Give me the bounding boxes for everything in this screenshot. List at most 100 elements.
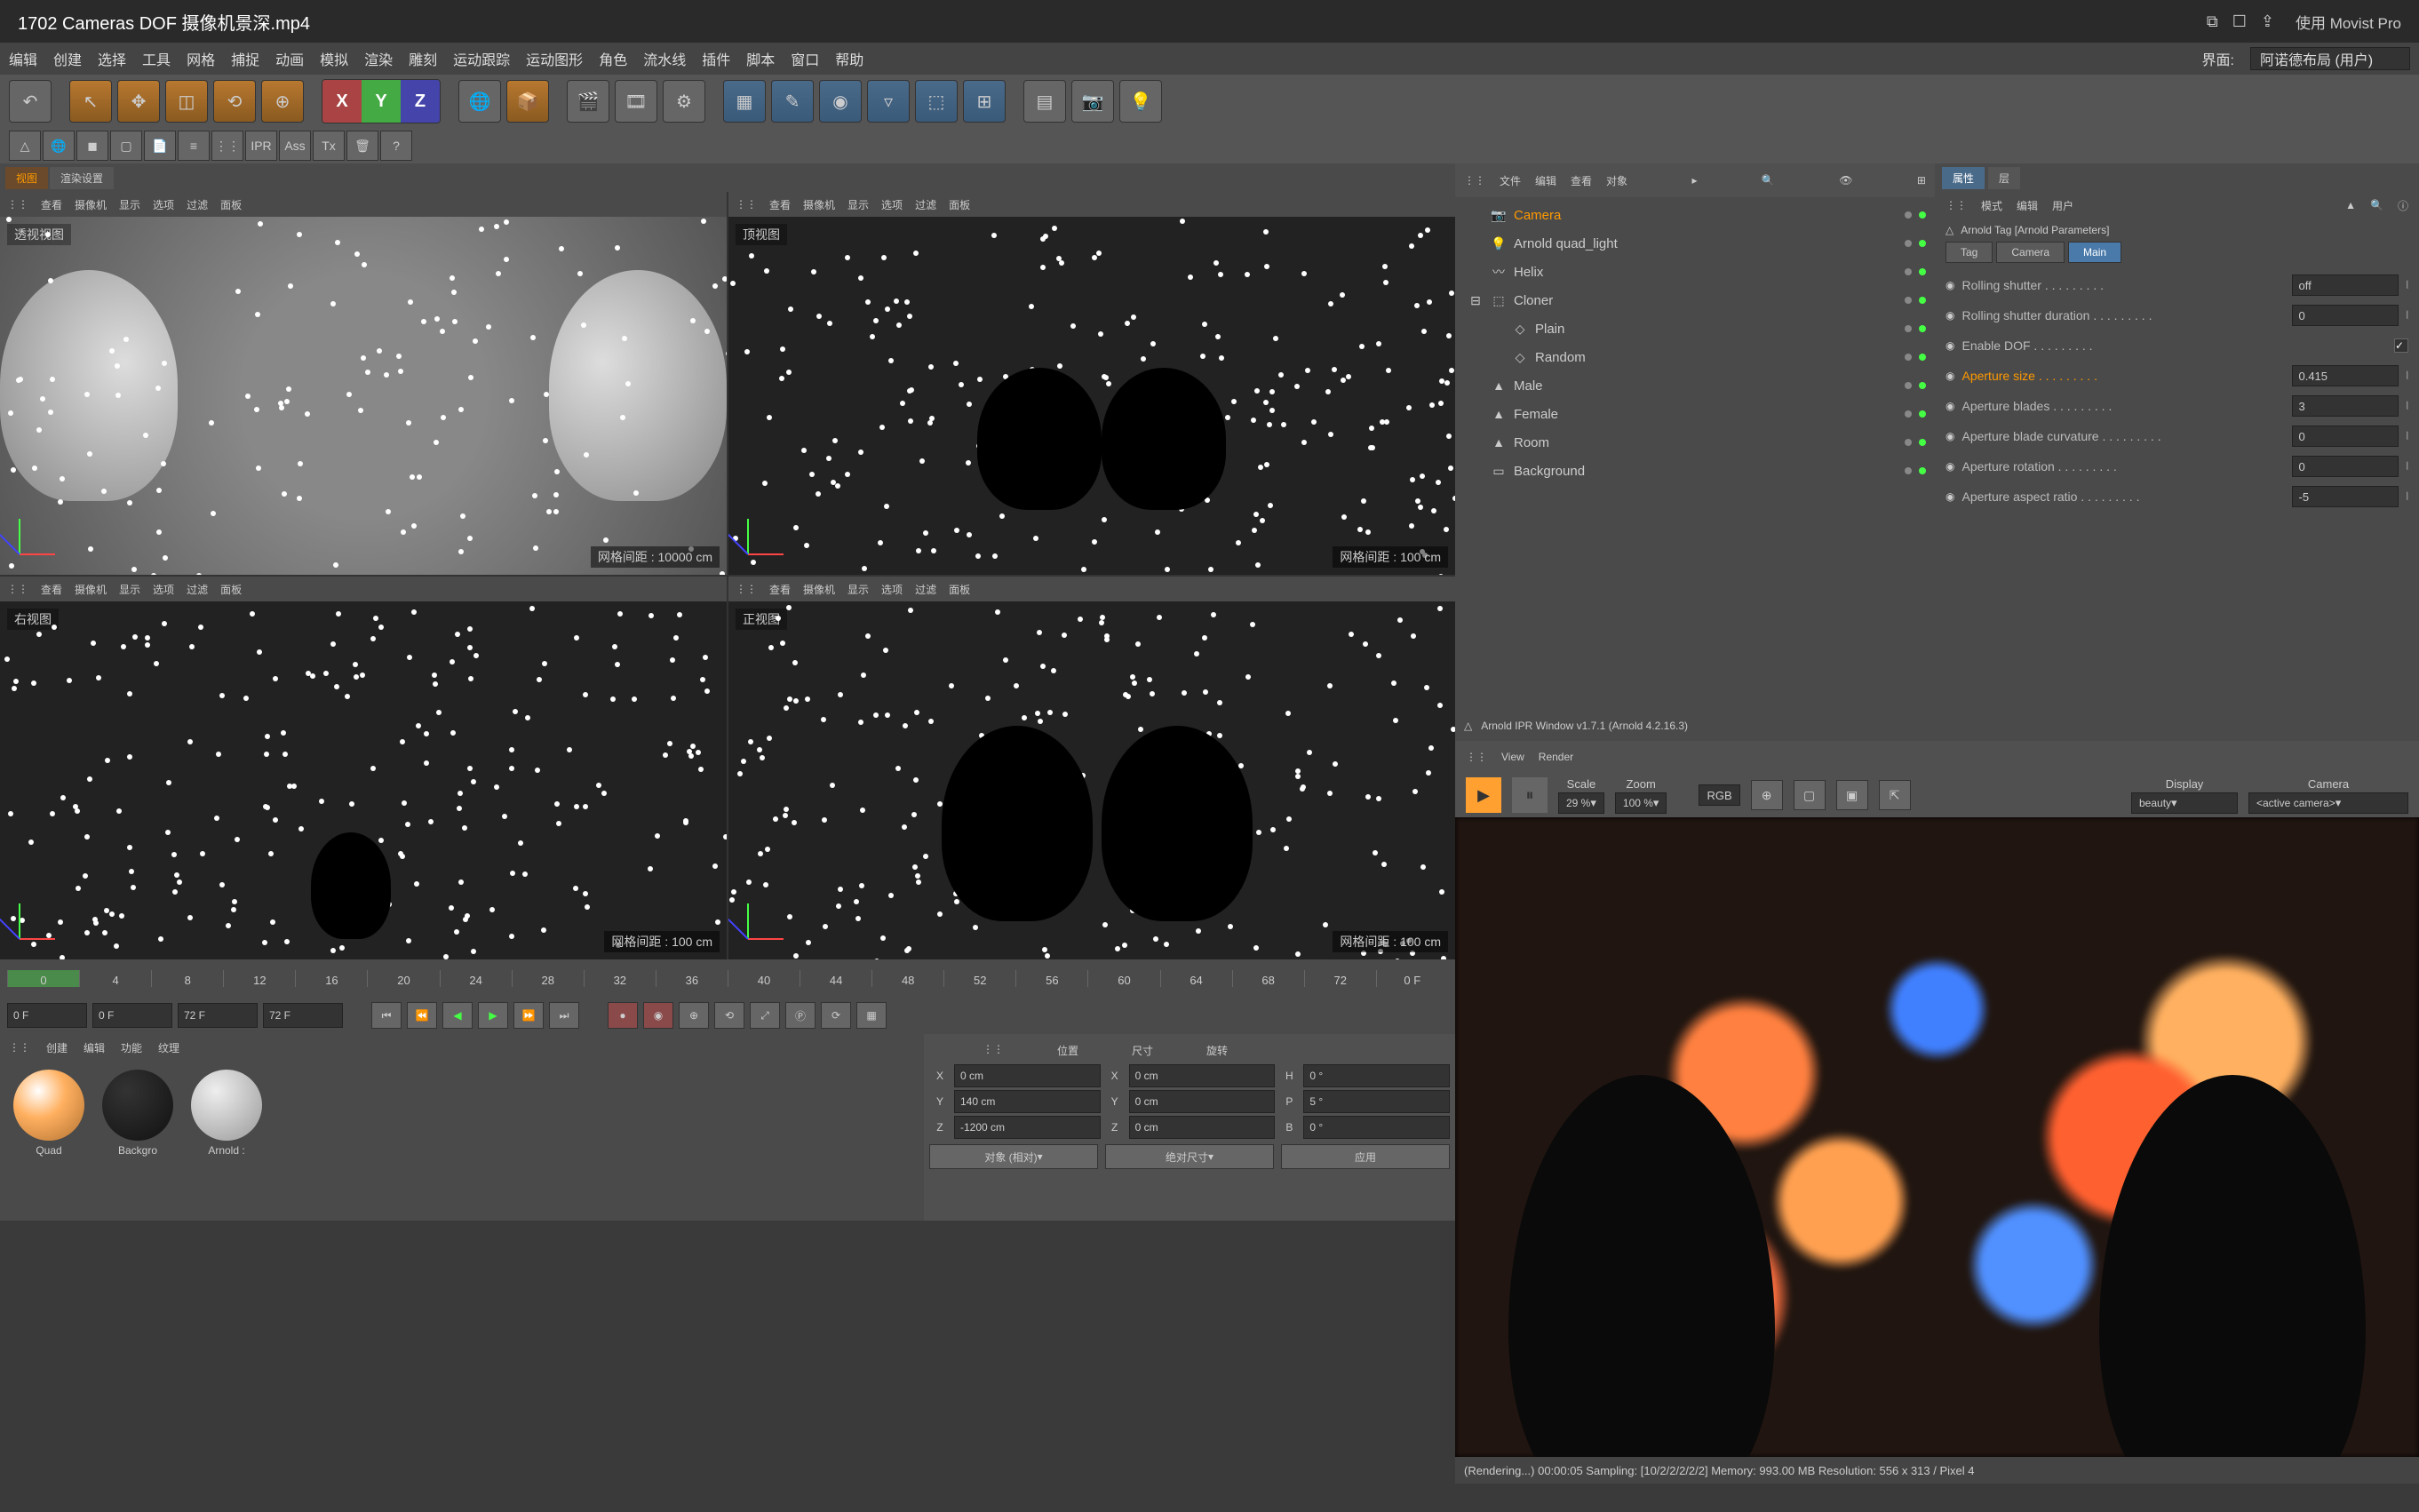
vp-menu-item[interactable]: 面板 (220, 197, 242, 212)
material-item[interactable]: Arnold : (187, 1070, 267, 1212)
vp-menu-item[interactable]: 选项 (881, 582, 903, 597)
coord-size-input[interactable]: 0 cm (1129, 1064, 1276, 1087)
material-item[interactable]: Quad (9, 1070, 89, 1212)
menu-item[interactable]: 运动图形 (526, 48, 583, 69)
menu-item[interactable]: 运动跟踪 (453, 48, 510, 69)
vp-menu-item[interactable]: 选项 (153, 197, 174, 212)
vp-menu-item[interactable]: 面板 (949, 582, 970, 597)
prop-input[interactable]: 0 (2292, 305, 2399, 326)
object-row[interactable]: ▭Background (1459, 457, 1931, 485)
coord-pos-input[interactable]: 140 cm (954, 1090, 1101, 1113)
prop-menu-mode[interactable]: 模式 (1981, 198, 2002, 213)
obj-menu-item[interactable]: 文件 (1500, 173, 1521, 188)
obj-menu-item[interactable]: 查看 (1571, 173, 1592, 188)
play-back-button[interactable]: ◀ (442, 1002, 473, 1029)
layers-icon[interactable]: ≡ (178, 131, 210, 161)
ipr-zoom-select[interactable]: 100 % ▾ (1615, 792, 1667, 814)
scale-tool[interactable]: ◫ (165, 80, 208, 123)
object-row[interactable]: ▲Male (1459, 371, 1931, 400)
subtab-camera[interactable]: Camera (1996, 242, 2065, 263)
menu-item[interactable]: 插件 (702, 48, 730, 69)
mat-menu-item[interactable]: 编辑 (84, 1040, 105, 1055)
mat-menu-item[interactable]: 纹理 (158, 1040, 179, 1055)
prop-checkbox[interactable] (2394, 338, 2408, 353)
prop-input[interactable]: -5 (2292, 486, 2399, 507)
prop-input[interactable]: 0 (2292, 426, 2399, 447)
object-row[interactable]: ▲Female (1459, 400, 1931, 428)
ipr-rgb-button[interactable]: RGB (1699, 784, 1739, 806)
mat-menu-item[interactable]: 创建 (46, 1040, 68, 1055)
rotate-tool[interactable]: ⟲ (213, 80, 256, 123)
arnold-icon[interactable]: △ (9, 131, 41, 161)
stepper-icon[interactable]: ⦚ (2406, 309, 2408, 322)
vp-menu-item[interactable]: 显示 (119, 197, 140, 212)
menu-item[interactable]: 脚本 (746, 48, 775, 69)
render-queue-icon[interactable]: ⚙ (663, 80, 705, 123)
subtab-tag[interactable]: Tag (1946, 242, 1993, 263)
autokey-button[interactable]: ◉ (643, 1002, 673, 1029)
coord-pos-input[interactable]: -1200 cm (954, 1116, 1101, 1139)
frame-current-input[interactable]: 0 F (92, 1003, 172, 1028)
page-icon[interactable]: 📄 (144, 131, 176, 161)
prop-input[interactable]: 0.415 (2292, 365, 2399, 386)
render-settings-icon[interactable]: 🎞 (615, 80, 657, 123)
stepper-icon[interactable]: ⦚ (2406, 490, 2408, 504)
ipr-button[interactable]: IPR (245, 131, 277, 161)
search-icon[interactable]: 🔍 (2370, 199, 2383, 211)
stepper-icon[interactable]: ⦚ (2406, 279, 2408, 292)
ipr-region-icon[interactable]: ▢ (1794, 780, 1826, 810)
vp-menu-item[interactable]: 查看 (769, 582, 791, 597)
lasttool-button[interactable]: ⊕ (261, 80, 304, 123)
vp-menu-item[interactable]: 显示 (847, 197, 869, 212)
ipr-menu-render[interactable]: Render (1539, 751, 1573, 763)
frame-end2-input[interactable]: 72 F (263, 1003, 343, 1028)
object-row[interactable]: ◇Random (1459, 343, 1931, 371)
vp-menu-item[interactable]: 过滤 (915, 582, 936, 597)
menu-item[interactable]: 帮助 (835, 48, 863, 69)
material-item[interactable]: Backgro (98, 1070, 178, 1212)
clapboard-icon[interactable]: 🎬 (567, 80, 609, 123)
vp-menu-item[interactable]: 查看 (41, 582, 62, 597)
info-icon[interactable]: ⓘ (2398, 198, 2408, 213)
coord-rot-input[interactable]: 0 ° (1303, 1064, 1450, 1087)
add-field-button[interactable]: ⊞ (963, 80, 1006, 123)
ipr-scale-select[interactable]: 29 % ▾ (1558, 792, 1604, 814)
stepper-icon[interactable]: ⦚ (2406, 400, 2408, 413)
object-row[interactable]: 📷Camera (1459, 201, 1931, 229)
add-spline-button[interactable]: ✎ (771, 80, 814, 123)
add-generator-button[interactable]: ◉ (819, 80, 862, 123)
menu-item[interactable]: 编辑 (9, 48, 37, 69)
ipr-play-button[interactable]: ▶ (1466, 777, 1501, 813)
add-cloner-button[interactable]: ⬚ (915, 80, 958, 123)
stepper-icon[interactable]: ⦚ (2406, 460, 2408, 473)
prop-menu-user[interactable]: 用户 (2052, 198, 2073, 213)
vp-menu-item[interactable]: 查看 (769, 197, 791, 212)
vp-menu-item[interactable]: 过滤 (187, 197, 208, 212)
share-icon[interactable]: ⇪ (2261, 12, 2274, 31)
cube-tool[interactable]: 📦 (506, 80, 549, 123)
vp-menu-item[interactable]: 摄像机 (75, 197, 107, 212)
ass-button[interactable]: Ass (279, 131, 311, 161)
vp-menu-item[interactable]: 显示 (119, 582, 140, 597)
coord-size-input[interactable]: 0 cm (1129, 1090, 1276, 1113)
menu-item[interactable]: 流水线 (643, 48, 686, 69)
vp-menu-item[interactable]: 过滤 (915, 197, 936, 212)
tx-button[interactable]: Tx (313, 131, 345, 161)
key-rot-button[interactable]: ⟲ (714, 1002, 744, 1029)
object-row[interactable]: ▲Room (1459, 428, 1931, 457)
ipr-render-view[interactable] (1455, 817, 2419, 1457)
add-cube-button[interactable]: ▦ (723, 80, 766, 123)
help-icon[interactable]: ? (380, 131, 412, 161)
vp-menu-item[interactable]: 摄像机 (803, 582, 835, 597)
loop-button[interactable]: ⟳ (821, 1002, 851, 1029)
layout-select[interactable]: 阿诺德布局 (用户) (2250, 47, 2410, 70)
snap-button[interactable]: ▦ (856, 1002, 887, 1029)
vp-menu-item[interactable]: 选项 (153, 582, 174, 597)
globe-icon[interactable]: 🌐 (43, 131, 75, 161)
viewport-right[interactable]: ⋮⋮查看摄像机显示选项过滤面板 右视图 网格间距 : 100 cm (0, 577, 727, 959)
prop-input[interactable]: 0 (2292, 456, 2399, 477)
vp-menu-item[interactable]: 摄像机 (803, 197, 835, 212)
play-button[interactable]: ▶ (478, 1002, 508, 1029)
vp-menu-item[interactable]: 面板 (949, 197, 970, 212)
subtab-main[interactable]: Main (2068, 242, 2121, 263)
